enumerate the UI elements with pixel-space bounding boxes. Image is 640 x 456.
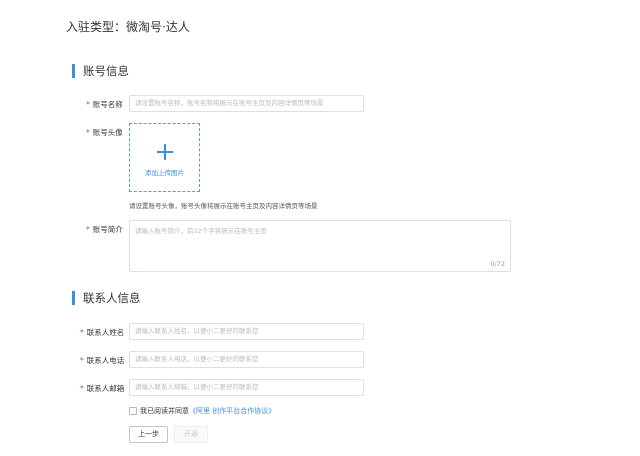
agreement-link[interactable]: 《阿里 创作平台合作协议》 (189, 406, 275, 416)
avatar-hint: 请设置账号头像，账号头像将展示在账号主页及内容详情页等场景 (129, 202, 318, 210)
char-counter: 0/72 (490, 260, 505, 268)
contact-phone-input[interactable]: 请输入联系人电话，以便小二更好的联系您 (129, 351, 364, 368)
entry-type-title: 入驻类型：微淘号·达人 (66, 20, 190, 34)
required-mark: * (86, 128, 90, 137)
field-label-contact-phone: * 联系人电话 (80, 355, 124, 366)
agreement-checkbox[interactable] (129, 407, 137, 415)
settle-in-form-page: 入驻类型：微淘号·达人 账号信息 * 账号名称 请设置账号名称，账号名称将展示在账… (0, 0, 640, 456)
agreement-text: 我已阅读并同意 (140, 407, 189, 415)
required-mark: * (80, 384, 84, 393)
field-label-account-avatar: * 账号头像 (86, 127, 123, 138)
field-label-text: 联系人电话 (86, 356, 125, 365)
required-mark: * (80, 328, 84, 337)
contact-email-input[interactable]: 请输入联系人邮箱，以便小二更好的联系您 (129, 379, 364, 396)
prev-step-button[interactable]: 上一步 (129, 426, 168, 443)
upload-image-text: 添加上传图片 (145, 169, 184, 177)
account-name-input[interactable]: 请设置账号名称，账号名称将展示在账号主页及内容详情页等场景 (129, 95, 364, 112)
field-label-account-name: * 账号名称 (86, 99, 123, 110)
section-title-contact: 联系人信息 (72, 291, 141, 305)
field-label-contact-email: * 联系人邮箱 (80, 383, 124, 394)
field-label-text: 账号名称 (92, 100, 123, 109)
agreement-row: 我已阅读并同意 《阿里 创作平台合作协议》 (129, 405, 275, 417)
required-mark: * (86, 100, 90, 109)
field-label-text: 联系人邮箱 (86, 384, 125, 393)
field-label-account-intro: * 账号简介 (86, 224, 123, 235)
required-mark: * (80, 356, 84, 365)
avatar-upload-box[interactable]: 添加上传图片 (129, 123, 200, 192)
textarea-placeholder: 请输入账号简介，前32个字将展示在账号主页 (135, 227, 267, 235)
field-label-text: 账号简介 (92, 225, 123, 234)
field-label-contact-name: * 联系人姓名 (80, 327, 124, 338)
account-intro-textarea[interactable]: 请输入账号简介，前32个字将展示在账号主页 0/72 (129, 220, 511, 272)
contact-name-input[interactable]: 请输入联系人姓名，以便小二更好的联系您 (129, 323, 364, 340)
required-mark: * (86, 225, 90, 234)
section-title-account: 账号信息 (72, 64, 129, 78)
field-label-text: 账号头像 (92, 128, 123, 137)
field-label-text: 联系人姓名 (86, 328, 125, 337)
open-account-button[interactable]: 开通 (174, 426, 208, 443)
plus-icon (157, 144, 173, 160)
